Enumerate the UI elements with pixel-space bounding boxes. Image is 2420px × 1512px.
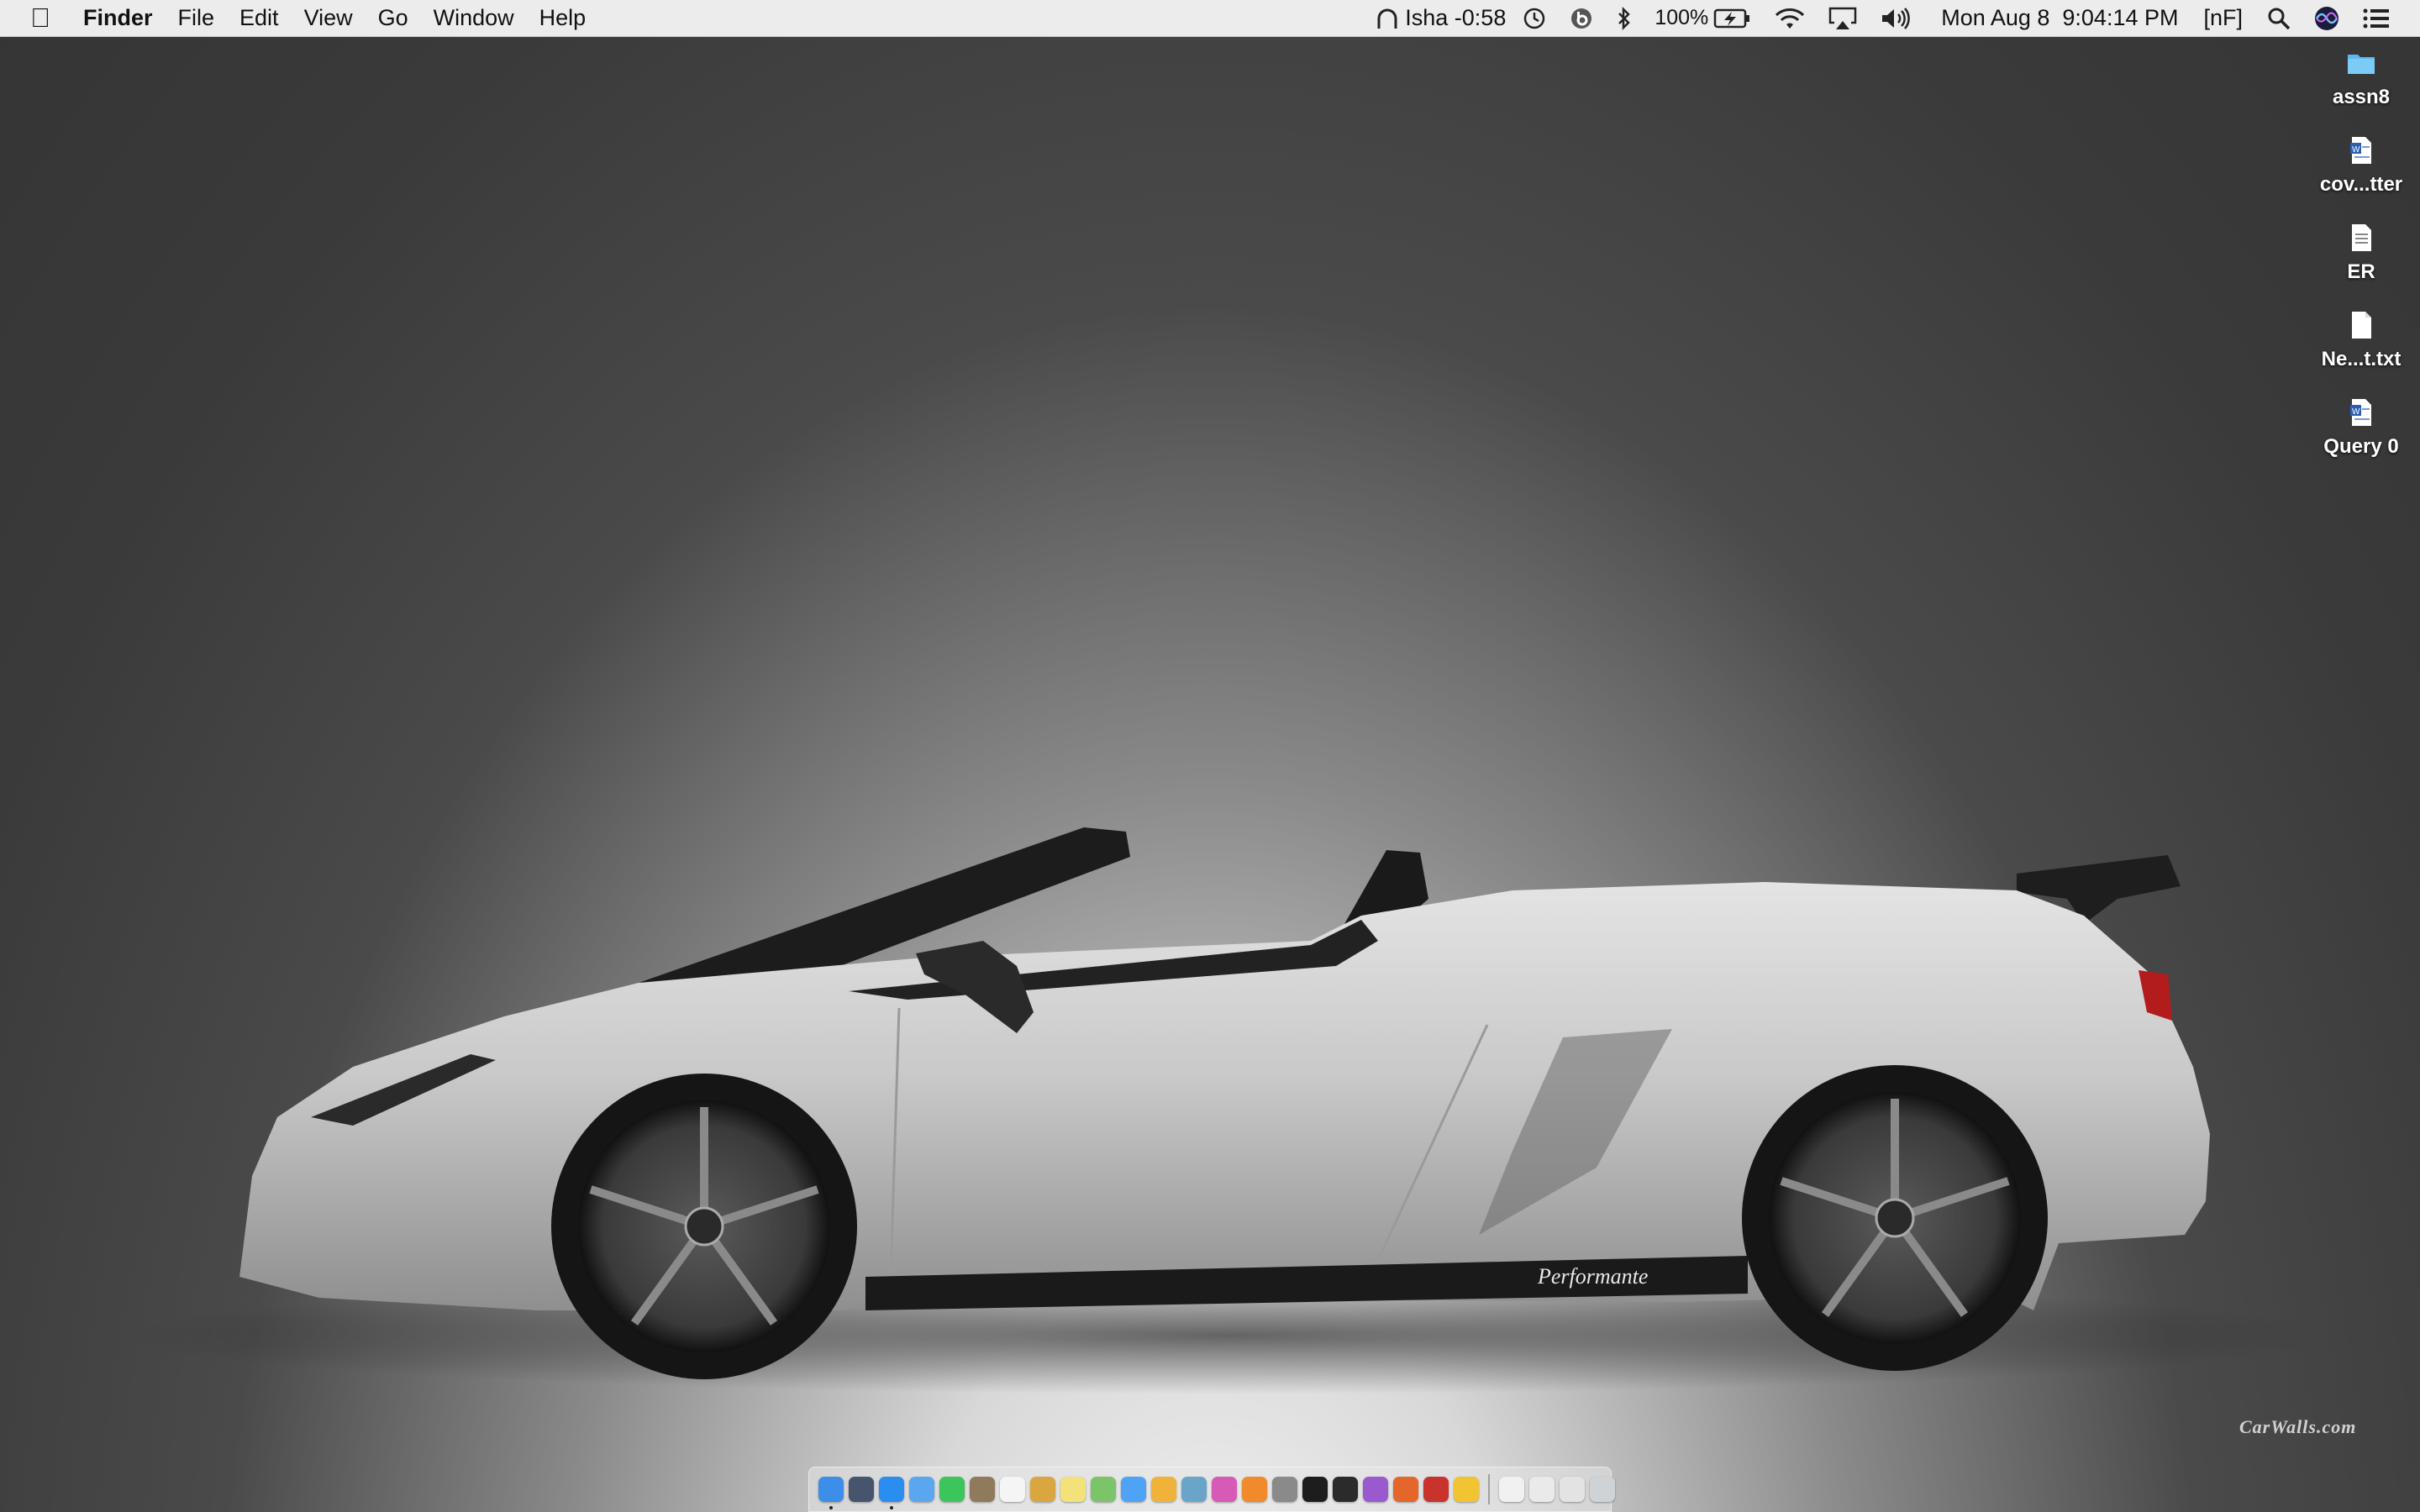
time-machine-menu[interactable] — [1511, 0, 1558, 36]
mail-icon[interactable] — [909, 1477, 934, 1502]
launchpad-icon[interactable] — [849, 1477, 874, 1502]
folder-stack-icon[interactable] — [1560, 1477, 1585, 1502]
itunes-icon[interactable] — [1212, 1477, 1237, 1502]
menu-go[interactable]: Go — [366, 0, 421, 36]
system-preferences-icon[interactable] — [1272, 1477, 1297, 1502]
apple-icon[interactable]:  — [0, 0, 71, 36]
desktop-item-text-file[interactable]: Ne...t.txt — [2302, 309, 2420, 371]
user-status-text: Isha -0:58 — [1405, 5, 1507, 30]
desktop-item-label: cov...tter — [2319, 173, 2403, 196]
siri-menu[interactable] — [2302, 0, 2351, 36]
desktop-item-label: ER — [2347, 260, 2375, 283]
dock — [808, 1467, 1615, 1512]
word-doc-icon: W — [2346, 134, 2376, 166]
headphones-status[interactable]: Isha -0:58 — [1365, 0, 1511, 36]
desktop-item-er[interactable]: ER — [2302, 222, 2420, 284]
beats-icon — [1571, 8, 1592, 29]
beats-menu[interactable] — [1558, 0, 1605, 36]
calendar-icon[interactable] — [1000, 1477, 1025, 1502]
volume-icon — [1882, 7, 1911, 29]
svg-text:W: W — [2352, 407, 2360, 417]
airplay-icon — [1829, 7, 1857, 29]
text-file-icon — [2346, 309, 2376, 341]
battery-menu[interactable]: 100% — [1644, 0, 1763, 36]
downloads-stack-icon[interactable] — [1529, 1477, 1555, 1502]
headphones-icon — [1377, 8, 1397, 29]
desktop-item-query-0[interactable]: W Query 0 — [2302, 396, 2420, 459]
input-source-indicator[interactable]: [nF] — [2191, 0, 2255, 36]
photo-booth-icon[interactable] — [1423, 1477, 1449, 1502]
contacts-icon[interactable] — [970, 1477, 995, 1502]
clock[interactable]: Mon Aug 8 9:04:14 PM — [1924, 0, 2191, 36]
wifi-menu[interactable] — [1763, 0, 1817, 36]
documents-stack-icon[interactable] — [1499, 1477, 1524, 1502]
app-menu-finder[interactable]: Finder — [71, 0, 166, 36]
bluetooth-menu[interactable] — [1605, 0, 1644, 36]
finder-icon[interactable] — [818, 1477, 844, 1509]
facetime-icon[interactable] — [939, 1477, 965, 1502]
battery-percent: 100% — [1655, 6, 1709, 29]
wallpaper-car: Performante — [118, 827, 2336, 1394]
menu-window[interactable]: Window — [421, 0, 527, 36]
notification-center-menu[interactable] — [2351, 0, 2402, 36]
firefox-icon[interactable] — [1393, 1477, 1418, 1502]
stickies-icon[interactable] — [1060, 1477, 1086, 1502]
wifi-icon — [1776, 8, 1805, 29]
volume-menu[interactable] — [1869, 0, 1924, 36]
wallpaper-watermark: CarWalls.com — [2239, 1416, 2357, 1437]
maps-icon[interactable] — [1091, 1477, 1116, 1502]
siri-icon — [2315, 6, 2338, 30]
desktop-item-label: Ne...t.txt — [2321, 348, 2402, 370]
menu-bar:  Finder File Edit View Go Window Help I… — [0, 0, 2420, 37]
folder-icon — [2346, 47, 2376, 79]
airplay-menu[interactable] — [1817, 0, 1869, 36]
safari-icon[interactable] — [879, 1477, 904, 1509]
desktop-item-label: assn8 — [2332, 86, 2391, 108]
menu-file[interactable]: File — [166, 0, 228, 36]
menu-edit[interactable]: Edit — [227, 0, 292, 36]
dock-separator — [1488, 1474, 1490, 1504]
desktop-item-assn8[interactable]: assn8 — [2302, 47, 2420, 109]
ibooks-icon[interactable] — [1242, 1477, 1267, 1502]
spotlight-icon — [2268, 8, 2291, 29]
chrome-icon[interactable] — [1454, 1477, 1479, 1502]
word-doc-icon: W — [2346, 396, 2376, 428]
bluetooth-icon — [1618, 6, 1631, 30]
battery-charging-icon — [1714, 8, 1750, 28]
notes-icon[interactable] — [1030, 1477, 1055, 1502]
car-badge: Performante — [1537, 1264, 1648, 1289]
document-icon — [2346, 222, 2376, 254]
messages-icon[interactable] — [1121, 1477, 1146, 1502]
spotlight-menu[interactable] — [2255, 0, 2302, 36]
trash-icon[interactable] — [1590, 1477, 1615, 1502]
preview-icon[interactable] — [1181, 1477, 1207, 1502]
terminal-icon[interactable] — [1302, 1477, 1328, 1502]
menu-help[interactable]: Help — [527, 0, 599, 36]
notification-center-icon — [2363, 8, 2389, 28]
desktop-item-label: Query 0 — [2323, 435, 2399, 458]
activity-monitor-icon[interactable] — [1333, 1477, 1358, 1502]
desktop-item-cover-letter[interactable]: W cov...tter — [2302, 134, 2420, 197]
menu-view[interactable]: View — [292, 0, 366, 36]
time-machine-icon — [1524, 8, 1545, 29]
podcasts-icon[interactable] — [1363, 1477, 1388, 1502]
photos-icon[interactable] — [1151, 1477, 1176, 1502]
svg-text:W: W — [2352, 145, 2360, 155]
